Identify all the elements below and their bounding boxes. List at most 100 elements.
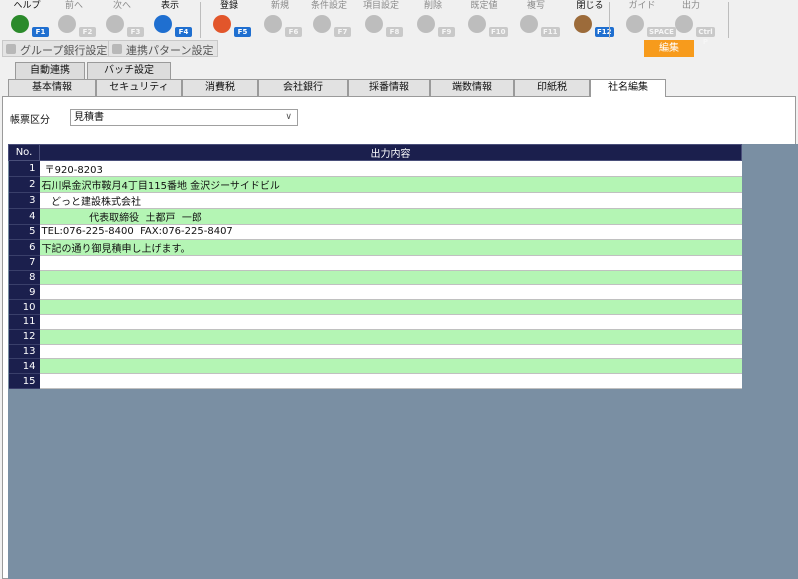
form-type-label: 帳票区分 (10, 115, 50, 126)
row-number: 4 (8, 208, 40, 225)
toolbar-button-item-settings[interactable]: 項目設定 F8 (357, 0, 405, 40)
bank-icon (6, 44, 16, 54)
tab-lower-2[interactable]: 消費税 (182, 79, 258, 97)
row-number: 12 (8, 329, 40, 345)
function-key-badge: F9 (438, 27, 455, 37)
tab-upper-0[interactable]: 自動連携 (15, 62, 85, 79)
row-number: 13 (8, 344, 40, 360)
toolbar-separator (200, 2, 201, 38)
toolbar-button-search[interactable]: 表示 F4 (146, 0, 194, 40)
toolbar-button-reset[interactable]: 既定値 F10 (460, 0, 508, 40)
toolbar-button-ok[interactable]: 登録 F5 (205, 0, 253, 40)
toolbar-button-label: 項目設定 (362, 1, 399, 11)
tab-lower-3[interactable]: 会社銀行 (258, 79, 348, 97)
sub-button-bar: グループ銀行設定 連携パターン設定 (0, 40, 230, 57)
row-number: 3 (8, 192, 40, 209)
row-content-cell[interactable] (39, 284, 742, 301)
row-content-cell[interactable] (39, 358, 742, 375)
tab-lower-1[interactable]: セキュリティ (96, 79, 182, 97)
toolbar-button-copy[interactable]: 複写 F11 (512, 0, 560, 40)
row-content-cell[interactable] (39, 329, 742, 345)
row-content-cell[interactable]: 石川県金沢市鞍月4丁目115番地 金沢ジーサイドビル (39, 176, 742, 193)
table-row[interactable]: 6 下記の通り御見積申し上げます。 (8, 239, 742, 256)
toolbar-button-label: 次へ (112, 1, 131, 11)
table-row[interactable]: 12 (8, 329, 742, 345)
toolbar-separator (728, 2, 729, 38)
tab-lower-5[interactable]: 端数情報 (430, 79, 514, 97)
tab-lower-7[interactable]: 社名編集 (590, 79, 666, 97)
edit-mode-badge: 編集 (644, 40, 694, 57)
row-number: 14 (8, 358, 40, 375)
tab-upper-1[interactable]: バッチ設定 (87, 62, 171, 79)
toolbar-button-label: 登録 (219, 1, 238, 11)
row-content-cell[interactable]: TEL:076-225-8400 FAX:076-225-8407 (39, 224, 742, 240)
table-row[interactable]: 5 TEL:076-225-8400 FAX:076-225-8407 (8, 224, 742, 240)
toolbar-button-help[interactable]: ヘルプ F1 (3, 0, 51, 40)
toolbar-button-trash[interactable]: 削除 F9 (409, 0, 457, 40)
row-number: 9 (8, 284, 40, 301)
toolbar-button-label: ヘルプ (13, 1, 41, 11)
function-key-badge: F5 (234, 27, 251, 37)
row-number: 10 (8, 299, 40, 315)
form-type-select[interactable]: 見積書 ∨ (70, 109, 298, 126)
toolbar-button-filter[interactable]: 条件設定 F7 (305, 0, 353, 40)
toolbar-button-label: 閉じる (576, 1, 604, 11)
toolbar-button-close-door[interactable]: 閉じる F12 (566, 0, 614, 40)
row-content-cell[interactable] (39, 314, 742, 330)
row-content-cell[interactable] (39, 270, 742, 286)
table-row[interactable]: 3 どっと建設株式会社 (8, 192, 742, 209)
row-number: 8 (8, 270, 40, 286)
toolbar-button-print[interactable]: 出力 Ctrl P (667, 0, 715, 46)
table-row[interactable]: 1 〒920-8203 (8, 160, 742, 177)
table-row[interactable]: 8 (8, 270, 742, 286)
row-content-cell[interactable]: 〒920-8203 (39, 160, 742, 177)
row-number: 2 (8, 176, 40, 193)
toolbar-button-new-document[interactable]: 新規 F6 (256, 0, 304, 40)
table-row[interactable]: 13 (8, 344, 742, 360)
chevron-down-icon: ∨ (285, 112, 292, 122)
link-pattern-settings-button[interactable]: 連携パターン設定 (108, 40, 219, 57)
table-row[interactable]: 14 (8, 358, 742, 375)
column-header-no: No. (8, 144, 40, 161)
table-row[interactable]: 9 (8, 284, 742, 301)
toolbar-button-guide-bulb[interactable]: ガイド SPACE (618, 0, 676, 40)
tab-lower-4[interactable]: 採番情報 (348, 79, 430, 97)
toolbar-separator (609, 2, 610, 38)
row-content-cell[interactable] (39, 299, 742, 315)
toolbar-button-label: ガイド (628, 1, 656, 11)
row-number: 5 (8, 224, 40, 240)
grid-area: No. 出力内容 1 〒920-8203 2 石川県金沢市鞍月4丁目115番地 金沢… (8, 144, 798, 579)
table-row[interactable]: 2 石川県金沢市鞍月4丁目115番地 金沢ジーサイドビル (8, 176, 742, 193)
column-header-content: 出力内容 (39, 144, 742, 161)
row-content-cell[interactable] (39, 344, 742, 360)
toolbar-button-label: 表示 (160, 1, 179, 11)
form-type-value: 見積書 (74, 112, 104, 123)
table-row[interactable]: 15 (8, 373, 742, 389)
function-key-badge: F4 (175, 27, 192, 37)
table-row[interactable]: 11 (8, 314, 742, 330)
table-row[interactable]: 10 (8, 299, 742, 315)
toolbar-button-label: 前へ (64, 1, 83, 11)
row-content-cell[interactable]: どっと建設株式会社 (39, 192, 742, 209)
tab-lower-0[interactable]: 基本情報 (8, 79, 96, 97)
table-row[interactable]: 7 (8, 255, 742, 271)
toolbar-button-arrow-right[interactable]: 次へ F3 (98, 0, 146, 40)
group-bank-settings-button[interactable]: グループ銀行設定 (2, 40, 113, 57)
toolbar-button-arrow-left[interactable]: 前へ F2 (50, 0, 98, 40)
function-key-badge: F7 (334, 27, 351, 37)
function-key-badge: F6 (285, 27, 302, 37)
row-content-cell[interactable] (39, 373, 742, 389)
group-bank-settings-label: グループ銀行設定 (20, 44, 108, 57)
toolbar-button-label: 新規 (270, 1, 289, 11)
toolbar-button-label: 複写 (526, 1, 545, 11)
row-content-cell[interactable] (39, 255, 742, 271)
output-content-grid: No. 出力内容 1 〒920-8203 2 石川県金沢市鞍月4丁目115番地 金沢… (8, 144, 742, 389)
toolbar-button-label: 出力 (681, 1, 700, 11)
table-row[interactable]: 4 代表取締役 土都戸 一郎 (8, 208, 742, 225)
tab-lower-6[interactable]: 印紙税 (514, 79, 590, 97)
row-content-cell[interactable]: 代表取締役 土都戸 一郎 (39, 208, 742, 225)
function-key-badge: F12 (595, 27, 614, 37)
row-content-cell[interactable]: 下記の通り御見積申し上げます。 (39, 239, 742, 256)
row-number: 11 (8, 314, 40, 330)
function-key-badge: F3 (127, 27, 144, 37)
